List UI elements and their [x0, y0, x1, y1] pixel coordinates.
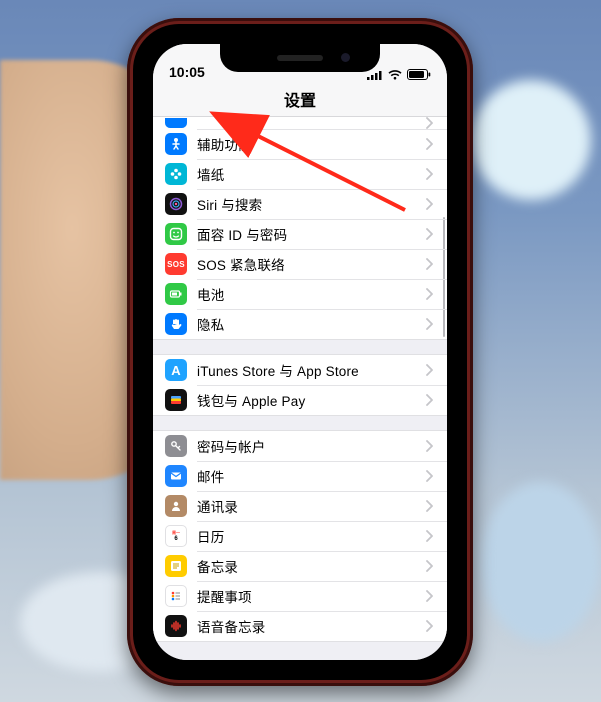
bg-blob: [481, 482, 601, 642]
chevron-right-icon: [419, 394, 439, 406]
row-label: 邮件: [197, 466, 419, 486]
settings-group-general: 辅助功能墙纸 Siri 与搜索面容 ID 与密码 SOS SOS 紧急联络电池隐私: [153, 117, 447, 340]
row-label: 密码与帐户: [197, 436, 419, 456]
passwords-icon: [165, 435, 187, 457]
row-label: SOS 紧急联络: [197, 254, 419, 274]
settings-row-wallpaper[interactable]: 墙纸: [153, 159, 447, 189]
wifi-icon: [388, 70, 402, 80]
bg-blob: [471, 80, 591, 200]
settings-row-calendar[interactable]: 周一6 日历: [153, 521, 447, 551]
chevron-right-icon: [419, 198, 439, 210]
settings-row-faceid[interactable]: 面容 ID 与密码: [153, 219, 447, 249]
privacy-icon: [165, 313, 187, 335]
navbar-title: 设置: [284, 87, 316, 111]
chevron-right-icon: [419, 590, 439, 602]
settings-row-sos[interactable]: SOS SOS 紧急联络: [153, 249, 447, 279]
chevron-right-icon: [419, 318, 439, 330]
settings-row-reminders[interactable]: 提醒事项: [153, 581, 447, 611]
row-label: Siri 与搜索: [197, 194, 419, 214]
settings-row-voicememos[interactable]: 语音备忘录: [153, 611, 447, 641]
gear-icon: [165, 118, 187, 128]
display-notch: [220, 44, 380, 72]
siri-icon: [165, 193, 187, 215]
chevron-right-icon: [419, 440, 439, 452]
faceid-icon: [165, 223, 187, 245]
wallpaper-icon: [165, 163, 187, 185]
calendar-icon: 周一6: [165, 525, 187, 547]
settings-row-notes[interactable]: 备忘录: [153, 551, 447, 581]
row-label: 提醒事项: [197, 586, 419, 606]
settings-group-store: AiTunes Store 与 App Store 钱包与 Apple Pay: [153, 354, 447, 416]
sos-icon: SOS: [165, 253, 187, 275]
row-label: iTunes Store 与 App Store: [197, 360, 419, 380]
row-label: 日历: [197, 526, 419, 546]
phone-bezel: 10:05 设置 辅助功能墙纸Siri 与搜索面: [133, 24, 467, 680]
row-label: 钱包与 Apple Pay: [197, 390, 419, 410]
settings-row-mail[interactable]: 邮件: [153, 461, 447, 491]
svg-text:6: 6: [174, 536, 178, 542]
row-label: 隐私: [197, 314, 419, 334]
iphone-device-frame: 10:05 设置 辅助功能墙纸Siri 与搜索面: [127, 18, 473, 686]
cellular-signal-icon: [367, 70, 383, 80]
settings-row-siri[interactable]: Siri 与搜索: [153, 189, 447, 219]
navbar: 设置: [153, 82, 447, 117]
row-label: 墙纸: [197, 164, 419, 184]
chevron-right-icon: [419, 258, 439, 270]
row-label: 语音备忘录: [197, 616, 419, 636]
phone-screen: 10:05 设置 辅助功能墙纸Siri 与搜索面: [153, 44, 447, 660]
mail-icon: [165, 465, 187, 487]
chevron-right-icon: [419, 228, 439, 240]
contacts-icon: [165, 495, 187, 517]
battery-icon: [407, 69, 431, 80]
reminders-icon: [165, 585, 187, 607]
settings-row-accessibility[interactable]: 辅助功能: [153, 129, 447, 159]
row-label: 面容 ID 与密码: [197, 224, 419, 244]
chevron-right-icon: [419, 470, 439, 482]
chevron-right-icon: [419, 500, 439, 512]
appstore-icon: A: [165, 359, 187, 381]
row-label: 通讯录: [197, 496, 419, 516]
notes-icon: [165, 555, 187, 577]
voicememos-icon: [165, 615, 187, 637]
svg-text:周一: 周一: [172, 529, 180, 535]
chevron-right-icon: [419, 117, 439, 129]
wallet-icon: [165, 389, 187, 411]
settings-row-appstore[interactable]: AiTunes Store 与 App Store: [153, 355, 447, 385]
row-label: 电池: [197, 284, 419, 304]
chevron-right-icon: [419, 168, 439, 180]
chevron-right-icon: [419, 530, 439, 542]
accessibility-icon: [165, 133, 187, 155]
settings-list[interactable]: 辅助功能墙纸 Siri 与搜索面容 ID 与密码 SOS SOS 紧急联络电池隐私 Ai…: [153, 117, 447, 660]
settings-row-privacy[interactable]: 隐私: [153, 309, 447, 339]
settings-row-wallet[interactable]: 钱包与 Apple Pay: [153, 385, 447, 415]
chevron-right-icon: [419, 288, 439, 300]
chevron-right-icon: [419, 138, 439, 150]
settings-group-accounts: 密码与帐户邮件通讯录周一6日历备忘录提醒事项语音备忘录: [153, 430, 447, 642]
settings-row-contacts[interactable]: 通讯录: [153, 491, 447, 521]
chevron-right-icon: [419, 364, 439, 376]
battery-icon: [165, 283, 187, 305]
chevron-right-icon: [419, 560, 439, 572]
row-label: 备忘录: [197, 556, 419, 576]
settings-row-partial[interactable]: [153, 117, 447, 129]
settings-row-battery[interactable]: 电池: [153, 279, 447, 309]
chevron-right-icon: [419, 620, 439, 632]
settings-row-passwords[interactable]: 密码与帐户: [153, 431, 447, 461]
row-label: 辅助功能: [197, 134, 419, 154]
